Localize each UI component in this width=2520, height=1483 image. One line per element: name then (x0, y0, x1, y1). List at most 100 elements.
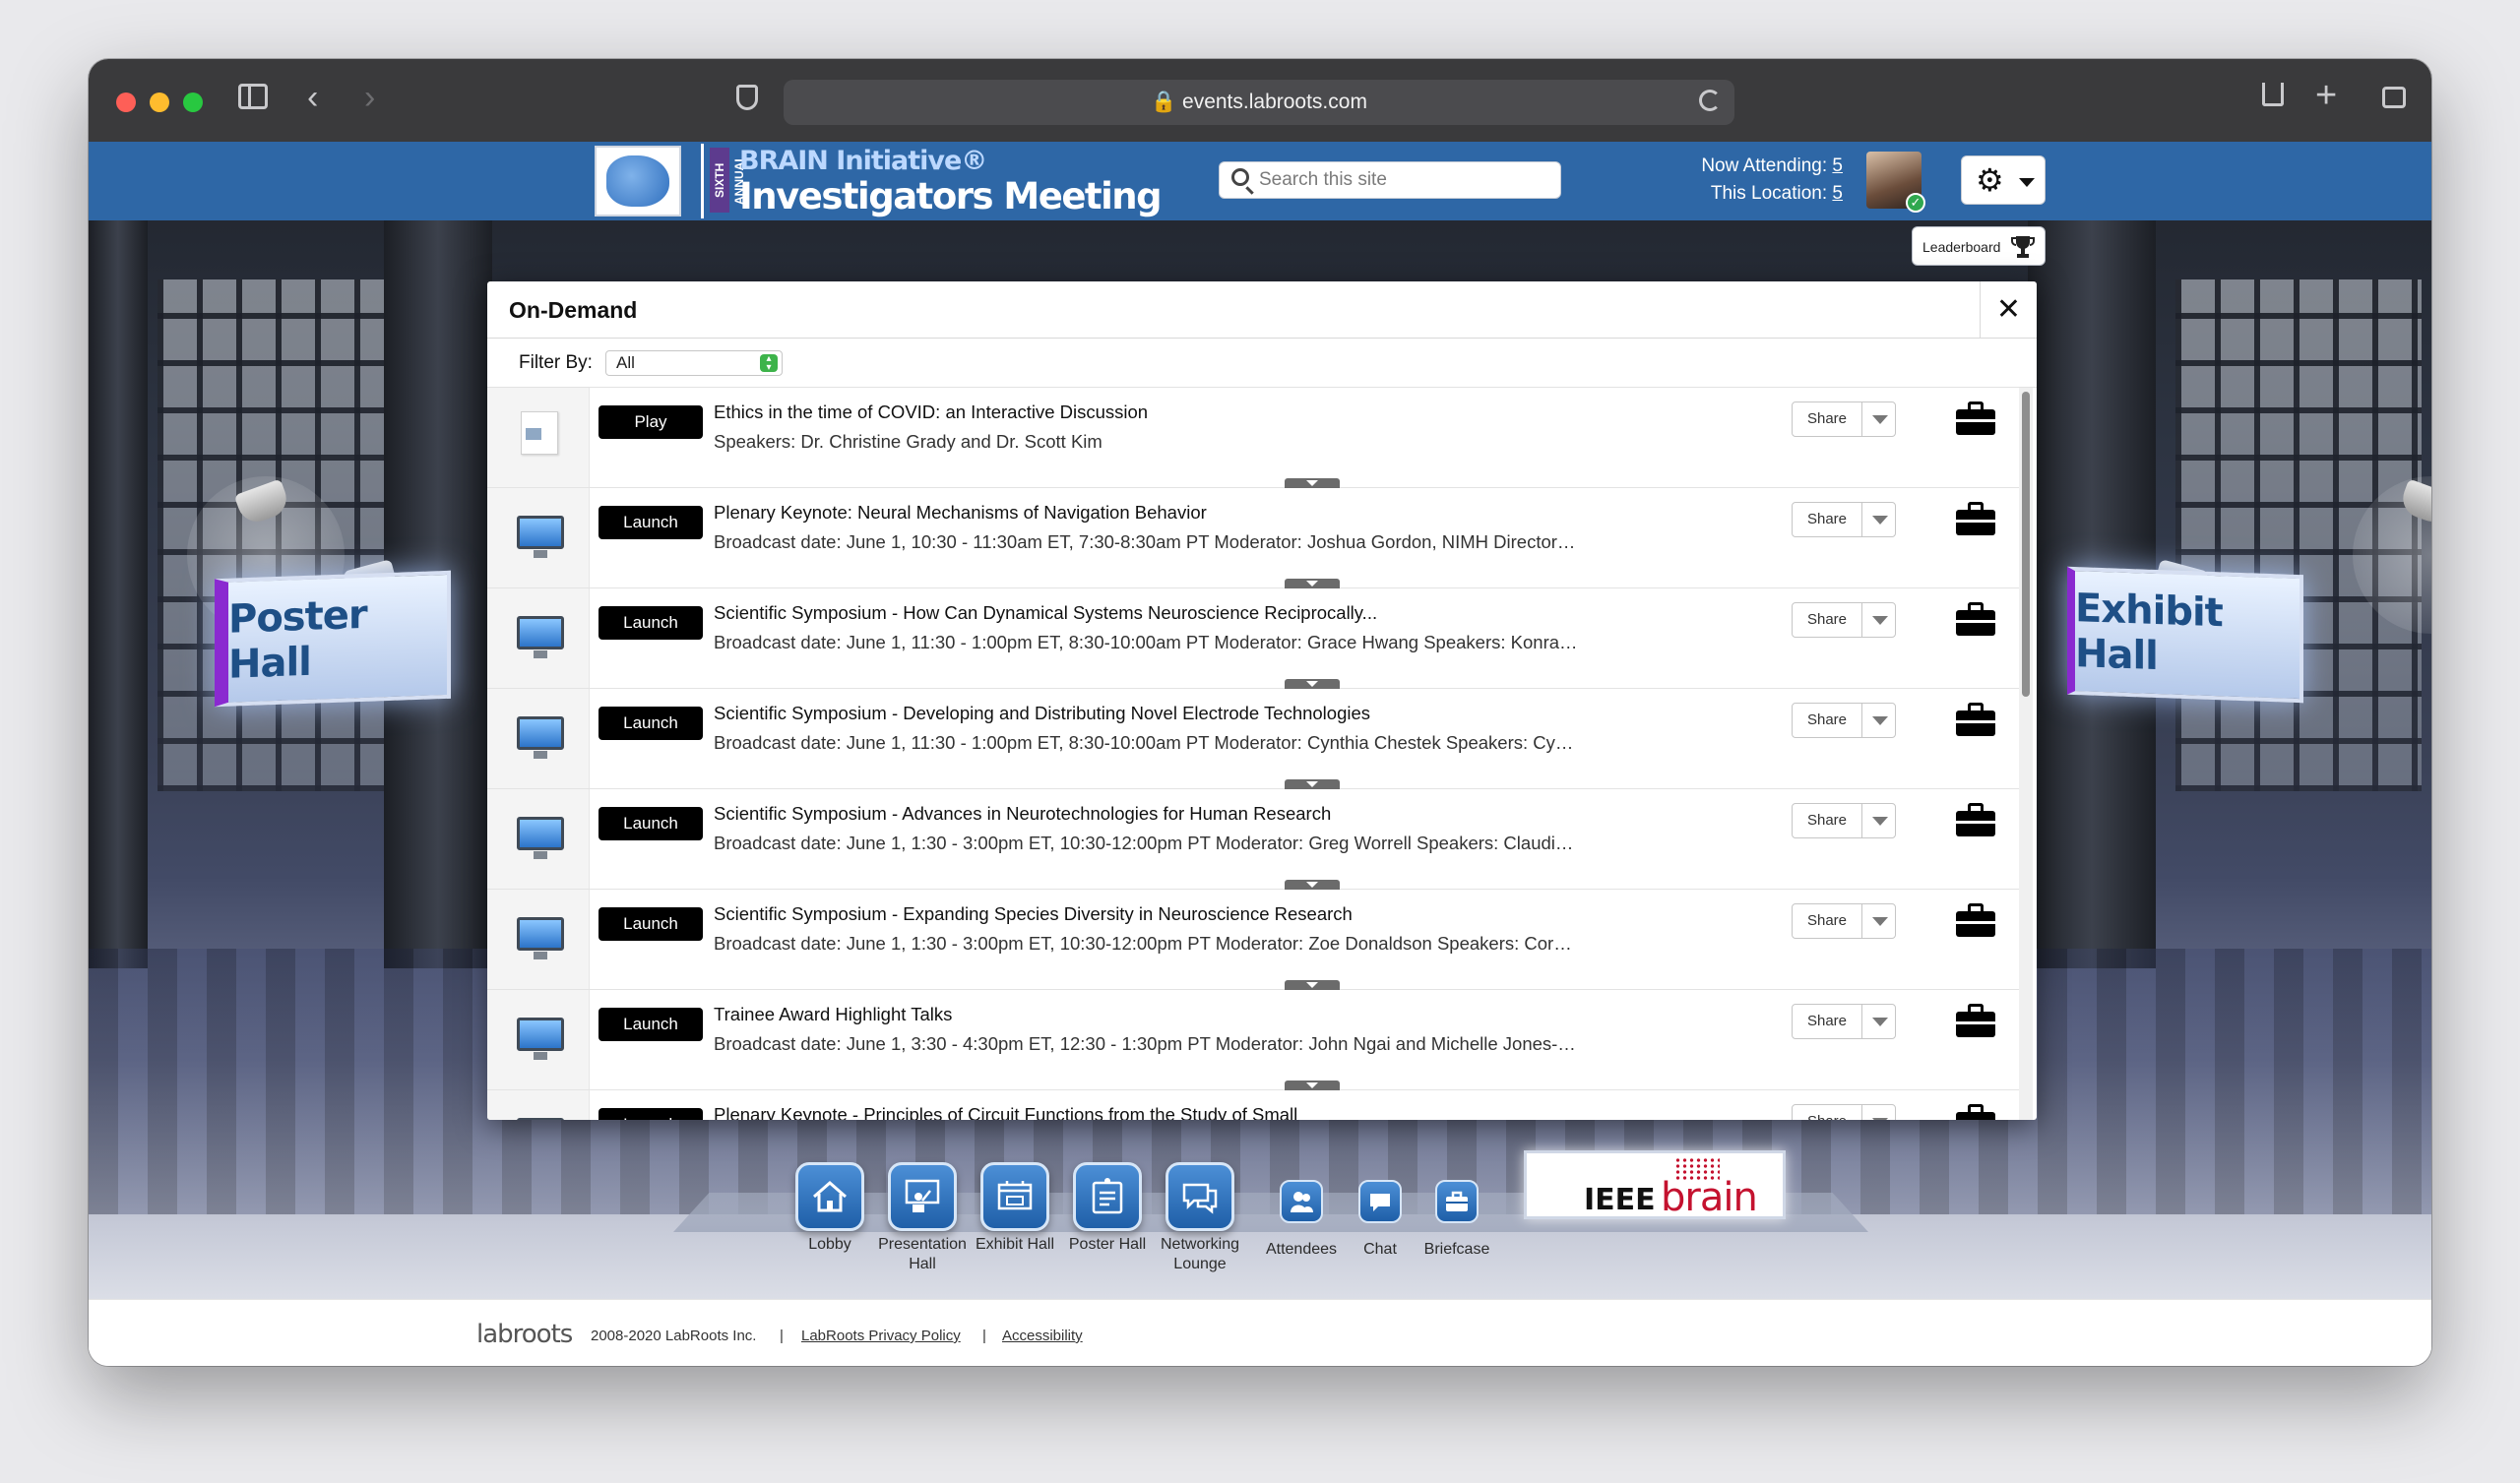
expand-details-icon[interactable] (1285, 679, 1340, 689)
nav-label[interactable]: Networking Lounge (1156, 1235, 1244, 1274)
nav-item-chat[interactable] (1358, 1180, 1402, 1223)
session-title: Ethics in the time of COVID: an Interact… (714, 402, 1149, 422)
nav-label[interactable]: Poster Hall (1043, 1235, 1171, 1255)
sidebar-toggle-icon[interactable] (238, 84, 268, 109)
scrollbar-thumb[interactable] (2022, 392, 2030, 697)
monitor-icon (517, 516, 564, 558)
forward-icon[interactable]: › (364, 81, 375, 114)
add-to-briefcase-icon[interactable] (1956, 602, 1995, 636)
address-bar[interactable]: 🔒 events.labroots.com (784, 80, 1734, 125)
footer-separator: | (982, 1328, 986, 1344)
maximize-window-button[interactable] (183, 93, 203, 112)
search-input[interactable] (1259, 162, 1554, 198)
share-button[interactable]: Share (1792, 703, 1896, 738)
now-attending-count[interactable]: 5 (1832, 155, 1843, 176)
nav-item-exhibit-hall[interactable] (980, 1162, 1049, 1231)
play-button[interactable]: Play (598, 405, 703, 439)
expand-details-icon[interactable] (1285, 880, 1340, 890)
leaderboard-button[interactable]: Leaderboard (1912, 226, 2046, 266)
nav-label[interactable]: Briefcase (1393, 1240, 1521, 1260)
expand-details-icon[interactable] (1285, 478, 1340, 488)
nav-item-attendees[interactable] (1280, 1180, 1323, 1223)
share-button[interactable]: Share (1792, 502, 1896, 537)
share-icon[interactable] (2262, 83, 2284, 106)
close-icon[interactable]: ✕ (1980, 281, 2037, 339)
event-logo[interactable]: SIXTH ANNUAL BRAIN Initiative® Investiga… (701, 144, 1163, 218)
session-details: Speakers: Dr. Christine Grady and Dr. Sc… (714, 431, 1102, 452)
nav-item-presentation-hall[interactable] (888, 1162, 957, 1231)
document-icon (517, 411, 564, 455)
nav-label[interactable]: Lobby (766, 1235, 894, 1255)
footer-separator: | (780, 1328, 784, 1344)
share-button[interactable]: Share (1792, 803, 1896, 838)
close-window-button[interactable] (116, 93, 136, 112)
launch-button[interactable]: Launch (598, 1108, 703, 1120)
add-to-briefcase-icon[interactable] (1956, 803, 1995, 836)
tab-overview-icon[interactable] (2382, 87, 2406, 108)
nav-item-lobby[interactable] (795, 1162, 864, 1231)
launch-button[interactable]: Launch (598, 807, 703, 840)
list-item: Launch Plenary Keynote: Neural Mechanisms… (487, 488, 2023, 588)
chevron-down-icon[interactable] (1861, 503, 1896, 536)
launch-button[interactable]: Launch (598, 1008, 703, 1041)
monitor-icon (517, 917, 564, 959)
launch-button[interactable]: Launch (598, 606, 703, 640)
settings-menu-button[interactable]: ⚙ (1961, 155, 2046, 205)
this-location-count[interactable]: 5 (1832, 183, 1843, 204)
poster-hall-label: Poster Hall (228, 591, 367, 688)
chevron-down-icon[interactable] (1861, 704, 1896, 737)
site-viewport: Poster Hall Exhibit Hall SIXTH ANNUAL BR… (89, 142, 2431, 1366)
add-to-briefcase-icon[interactable] (1956, 1004, 1995, 1037)
chevron-down-icon[interactable] (1861, 1005, 1896, 1038)
chevron-down-icon[interactable] (1861, 603, 1896, 637)
share-button[interactable]: Share (1792, 602, 1896, 638)
add-to-briefcase-icon[interactable] (1956, 402, 1995, 435)
add-to-briefcase-icon[interactable] (1956, 703, 1995, 736)
house-icon (813, 1181, 847, 1212)
list-scrollbar[interactable] (2019, 388, 2033, 1120)
expand-details-icon[interactable] (1285, 1081, 1340, 1090)
launch-button[interactable]: Launch (598, 707, 703, 740)
labroots-logo[interactable]: labroots (476, 1320, 573, 1349)
on-demand-list[interactable]: Play Ethics in the time of COVID: an Inte… (487, 388, 2023, 1120)
share-button[interactable]: Share (1792, 402, 1896, 437)
filter-select[interactable]: All ▴ ▾ (605, 350, 783, 376)
privacy-shield-icon[interactable] (736, 85, 758, 110)
share-button[interactable]: Share (1792, 1004, 1896, 1039)
nav-item-briefcase[interactable] (1435, 1180, 1479, 1223)
minimize-window-button[interactable] (150, 93, 169, 112)
modal-title: On-Demand (509, 297, 638, 323)
avatar[interactable]: ✓ (1866, 152, 1925, 213)
add-to-briefcase-icon[interactable] (1956, 502, 1995, 535)
session-details: Broadcast date: June 1, 1:30 - 3:00pm ET… (714, 933, 1572, 954)
launch-button[interactable]: Launch (598, 907, 703, 941)
new-tab-icon[interactable]: + (2315, 77, 2337, 114)
nav-item-poster-hall[interactable] (1073, 1162, 1142, 1231)
accessibility-link[interactable]: Accessibility (1002, 1328, 1083, 1344)
add-to-briefcase-icon[interactable] (1956, 1104, 1995, 1120)
list-item: Launch Scientific Symposium - Expanding S… (487, 890, 2023, 990)
reload-icon[interactable] (1699, 90, 1721, 111)
nav-item-networking-lounge[interactable] (1166, 1162, 1234, 1231)
exhibit-hall-sign[interactable]: Exhibit Hall (2067, 566, 2303, 704)
session-details: Broadcast date: June 1, 11:30 - 1:00pm E… (714, 732, 1574, 753)
chevron-down-icon[interactable] (1861, 1105, 1896, 1120)
session-details: Broadcast date: June 1, 11:30 - 1:00pm E… (714, 632, 1578, 652)
now-attending-label: Now Attending: (1701, 155, 1828, 176)
poster-hall-sign[interactable]: Poster Hall (215, 570, 451, 708)
expand-details-icon[interactable] (1285, 779, 1340, 789)
share-button[interactable]: Share (1792, 1104, 1896, 1120)
privacy-policy-link[interactable]: LabRoots Privacy Policy (801, 1328, 961, 1344)
modal-header: On-Demand ✕ (487, 281, 2037, 339)
add-to-briefcase-icon[interactable] (1956, 903, 1995, 937)
share-button[interactable]: Share (1792, 903, 1896, 939)
expand-details-icon[interactable] (1285, 980, 1340, 990)
chevron-down-icon[interactable] (1861, 402, 1896, 436)
brain-logo-icon[interactable] (595, 146, 681, 216)
expand-details-icon[interactable] (1285, 579, 1340, 588)
launch-button[interactable]: Launch (598, 506, 703, 539)
chevron-down-icon[interactable] (1861, 904, 1896, 938)
back-icon[interactable]: ‹ (307, 81, 318, 114)
ieee-brain-sponsor[interactable]: IEEE brain (1524, 1150, 1786, 1220)
chevron-down-icon[interactable] (1861, 804, 1896, 837)
